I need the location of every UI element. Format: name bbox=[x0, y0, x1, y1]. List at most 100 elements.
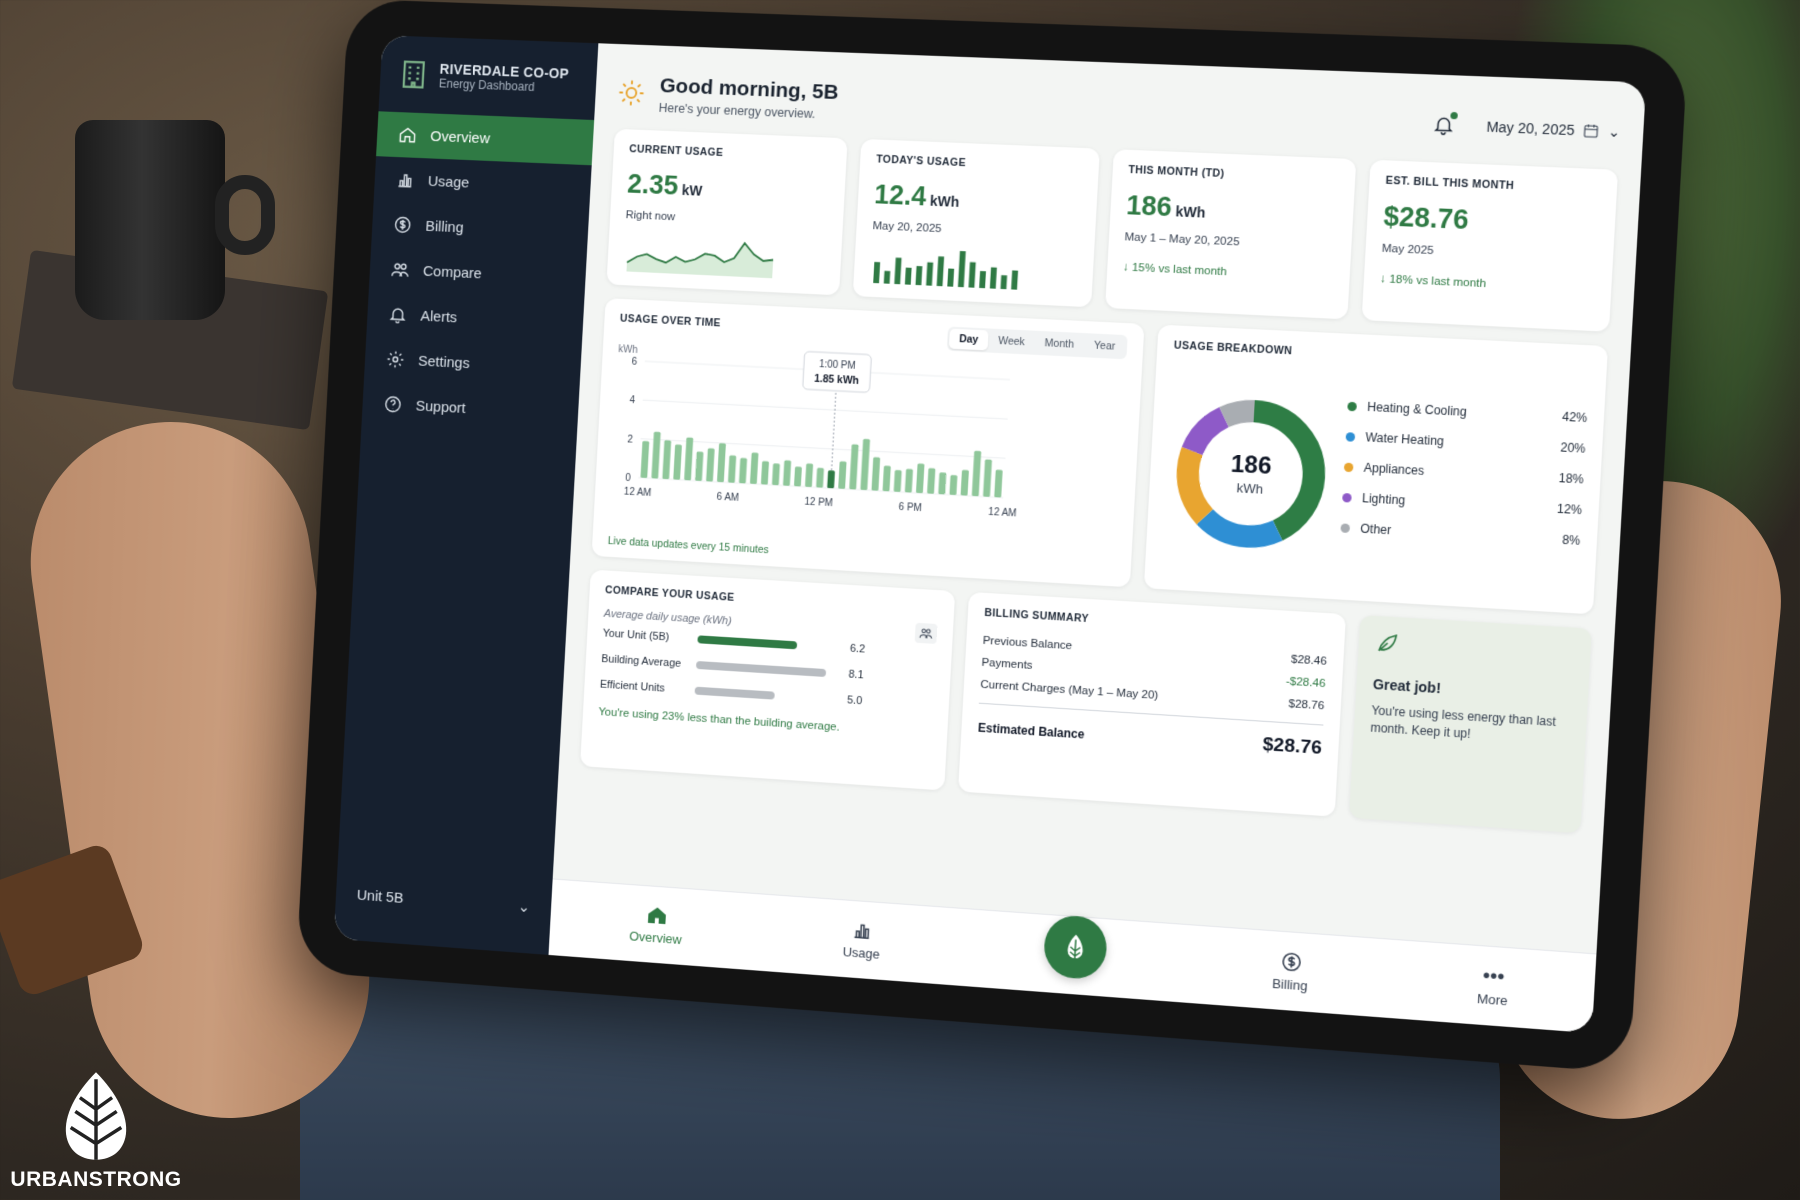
legend-dot bbox=[1344, 462, 1354, 472]
tab-month[interactable]: Month bbox=[1034, 333, 1084, 355]
compare-track bbox=[697, 635, 834, 651]
notification-dot bbox=[1450, 111, 1459, 120]
sun-icon bbox=[616, 78, 647, 109]
bill-total: Estimated Balance $28.76 bbox=[977, 720, 1323, 759]
card-title: USAGE BREAKDOWN bbox=[1173, 339, 1293, 358]
home-logo-button[interactable] bbox=[1042, 913, 1109, 981]
live-data-note: Live data updates every 15 minutes bbox=[607, 535, 770, 557]
bottom-nav-overview[interactable]: Overview bbox=[629, 903, 684, 947]
date-picker[interactable]: May 20, 2025 ⌄ bbox=[1486, 118, 1621, 141]
mini-bar bbox=[948, 268, 956, 287]
usage-bar bbox=[760, 460, 770, 485]
dollar-icon bbox=[1279, 950, 1303, 974]
y-tick-label: 2 bbox=[627, 434, 633, 445]
tab-day[interactable]: Day bbox=[948, 328, 989, 351]
stat-subtitle: Right now bbox=[625, 209, 676, 224]
usage-breakdown-donut[interactable]: 186 kWh bbox=[1160, 384, 1342, 565]
mini-bar bbox=[958, 251, 967, 288]
people-icon bbox=[919, 626, 934, 641]
tab-year[interactable]: Year bbox=[1083, 335, 1125, 357]
sparkline-area bbox=[626, 237, 775, 279]
usage-bar bbox=[849, 444, 859, 490]
stat-title: CURRENT USAGE bbox=[628, 143, 724, 159]
legend-dot bbox=[1340, 522, 1351, 533]
donut-total-unit: kWh bbox=[1236, 480, 1263, 497]
stat-value: $28.76 bbox=[1382, 200, 1470, 236]
stat-delta: ↓ 18% vs last month bbox=[1379, 273, 1487, 291]
stat-card-est-bill[interactable]: EST. BILL THIS MONTH $28.76 May 2025 ↓ 1… bbox=[1361, 159, 1619, 332]
greeting-title: Good morning, 5B bbox=[659, 73, 840, 104]
usage-bar bbox=[971, 450, 981, 497]
stat-title: THIS MONTH (TD) bbox=[1128, 163, 1225, 181]
usage-bar bbox=[771, 463, 780, 486]
tip-title: Great job! bbox=[1372, 675, 1442, 697]
notifications-button[interactable] bbox=[1432, 111, 1459, 136]
usage-bar bbox=[871, 457, 881, 491]
mini-bar bbox=[936, 256, 945, 287]
gridline bbox=[643, 400, 1008, 419]
sidebar-item-label: Settings bbox=[417, 352, 471, 372]
mini-bar bbox=[873, 261, 881, 284]
stat-card-todays-usage[interactable]: TODAY'S USAGE 12.4 kWh May 20, 2025 bbox=[852, 138, 1100, 308]
unit-selector[interactable]: Unit 5B ⌄ bbox=[334, 863, 553, 955]
usage-bar bbox=[982, 459, 992, 497]
usage-bar bbox=[860, 438, 871, 491]
usage-bar bbox=[961, 470, 970, 496]
usage-bar bbox=[827, 470, 835, 489]
compare-track bbox=[695, 660, 833, 678]
usage-over-time-chart[interactable]: kWh 0 2 4 6 12 AM 6 AM 12 PM 6 PM 12 AM 1:00 PM 1.8… bbox=[603, 338, 1025, 548]
bottom-nav-usage[interactable]: Usage bbox=[842, 918, 881, 962]
watermark-text: URBANSTRONG bbox=[10, 1168, 182, 1191]
stat-card-current-usage[interactable]: CURRENT USAGE 2.35 kW Right now bbox=[606, 128, 848, 296]
mini-bar bbox=[883, 270, 891, 284]
tooltip-guide bbox=[832, 381, 837, 471]
mini-bar bbox=[894, 257, 902, 285]
compare-track bbox=[694, 686, 832, 704]
main-content: Good morning, 5B Here's your energy over… bbox=[548, 43, 1647, 1034]
compare-bar bbox=[695, 660, 827, 678]
bottom-nav-more[interactable]: ••• More bbox=[1477, 964, 1510, 1009]
usage-bar bbox=[805, 463, 814, 488]
stat-card-this-month[interactable]: THIS MONTH (TD) 186 kWh May 1 – May 20, 2… bbox=[1104, 149, 1357, 320]
stat-title: TODAY'S USAGE bbox=[875, 153, 967, 170]
legend-dot bbox=[1342, 492, 1353, 503]
usage-breakdown-card: USAGE BREAKDOWN 186 kWh Heating & Coolin… bbox=[1144, 324, 1609, 615]
bell-icon bbox=[388, 304, 408, 324]
background-mug-handle bbox=[215, 175, 275, 255]
mini-bar bbox=[905, 267, 912, 285]
leaf-icon bbox=[1375, 630, 1401, 656]
usage-bar bbox=[673, 444, 682, 480]
usage-bar bbox=[651, 431, 661, 479]
help-icon bbox=[383, 394, 403, 415]
y-tick-label: 6 bbox=[631, 357, 637, 368]
home-icon bbox=[398, 125, 418, 145]
usage-bar bbox=[950, 475, 958, 496]
stat-value: 186 kWh bbox=[1125, 190, 1206, 223]
sidebar-item-label: Overview bbox=[429, 127, 491, 147]
stat-delta: ↓ 15% vs last month bbox=[1122, 261, 1228, 279]
usage-bar bbox=[716, 442, 726, 483]
tablet-device: RIVERDALE CO-OP Energy Dashboard Overvie… bbox=[295, 0, 1689, 1074]
compare-usage-card: COMPARE YOUR USAGE Average daily usage (… bbox=[580, 569, 956, 791]
compare-people-button[interactable] bbox=[915, 622, 938, 645]
more-dots-icon: ••• bbox=[1482, 964, 1506, 989]
usage-bar bbox=[904, 468, 914, 493]
billing-summary-card[interactable]: BILLING SUMMARY Previous Balance $28.46 P… bbox=[958, 591, 1346, 817]
mini-bar bbox=[968, 262, 976, 288]
usage-bar bbox=[927, 467, 936, 494]
mini-bar bbox=[989, 267, 997, 289]
bottom-nav-billing[interactable]: Billing bbox=[1272, 950, 1310, 994]
usage-bar bbox=[893, 470, 902, 492]
compare-bar bbox=[697, 635, 798, 650]
greeting-subtitle: Here's your energy overview. bbox=[658, 100, 816, 121]
people-icon bbox=[390, 259, 410, 279]
urbanstrong-watermark: URBANSTRONG bbox=[8, 1070, 184, 1192]
usage-bar bbox=[994, 469, 1003, 498]
breakdown-legend: Heating & Cooling 42% Water Heating 20% Ap… bbox=[1340, 391, 1588, 556]
todays-usage-minibars bbox=[873, 251, 1019, 290]
usage-bar bbox=[662, 440, 672, 480]
bar-chart-icon bbox=[851, 919, 874, 942]
usage-bar bbox=[684, 437, 694, 481]
tooltip-box bbox=[803, 351, 872, 392]
tab-week[interactable]: Week bbox=[988, 330, 1036, 352]
